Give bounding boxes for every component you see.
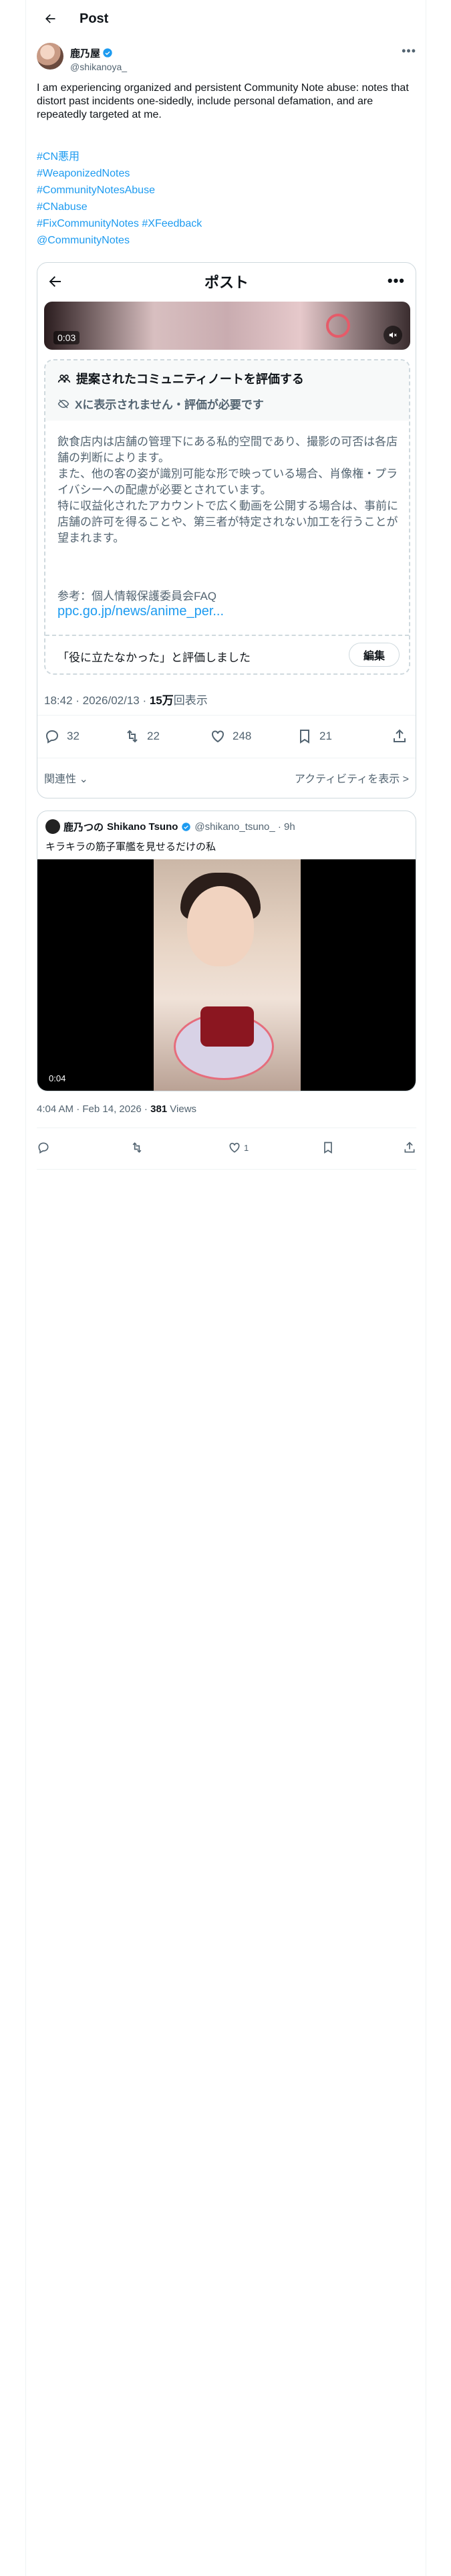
post-action-bar: 1: [37, 1137, 416, 1161]
video-duration: 0:03: [53, 331, 80, 344]
note-heading: 提案されたコミュニティノートを評価する: [76, 372, 304, 386]
verified-badge-icon: [103, 48, 112, 58]
hashtag-link[interactable]: #CommunityNotesAbuse: [37, 182, 416, 199]
bookmark-button[interactable]: [321, 1141, 335, 1154]
quoted-post-text: キラキラの筋子軍艦を見せるだけの私: [45, 841, 216, 853]
repost-icon: [127, 730, 138, 743]
quoted-video[interactable]: 0:04: [37, 859, 416, 1091]
heart-icon: [229, 1142, 240, 1153]
avatar[interactable]: [37, 43, 63, 70]
back-button[interactable]: [37, 5, 63, 32]
quoted-author-name-en[interactable]: Shikano Tsuno: [107, 821, 178, 833]
share-button[interactable]: [403, 1141, 416, 1154]
quoted-handle-time: @shikano_tsuno_ · 9h: [194, 821, 295, 833]
more-options-icon[interactable]: •••: [402, 44, 416, 58]
edit-rating-button: 編集: [349, 643, 400, 667]
view-activity-label: アクティビティを表示 >: [294, 774, 409, 785]
page-title: Post: [80, 11, 109, 26]
main-column: Post 鹿乃屋 @shikanoya_ ••• I am experienci…: [25, 0, 426, 2576]
post-timestamp: 4:04 AM · Feb 14, 2026 · 381 Views: [37, 1103, 197, 1115]
page-header: Post: [26, 0, 427, 37]
note-body: 飲食店内は店舗の管理下にある私的空間であり、撮影の可否は各店舗の判断によります。…: [57, 435, 398, 544]
video-thumbnail: 0:03: [44, 302, 410, 350]
screenshot-title: ポスト: [204, 274, 249, 291]
bookmark-icon: [300, 730, 309, 744]
bookmark-icon: [324, 1142, 332, 1154]
eye-off-icon: [57, 399, 69, 409]
screenshot-post-meta: 18:42 · 2026/02/13 · 15万回表示: [44, 694, 208, 707]
repost-icon: [132, 1142, 142, 1153]
mention-link[interactable]: @CommunityNotes: [37, 232, 416, 249]
post-text: I am experiencing organized and persiste…: [37, 82, 409, 120]
quoted-post[interactable]: 鹿乃つの Shikano Tsuno @shikano_tsuno_ · 9h …: [37, 811, 416, 1091]
note-reference-link: ppc.go.jp/news/anime_per...: [57, 604, 224, 619]
arrow-left-icon: [45, 14, 55, 23]
community-note-card: 提案されたコミュニティノートを評価する Xに表示されません・評価が必要です 飲食…: [44, 359, 410, 675]
quoted-author-name[interactable]: 鹿乃つの: [63, 820, 104, 834]
like-count: 1: [244, 1142, 249, 1153]
like-button[interactable]: 1: [228, 1141, 249, 1154]
people-icon: [57, 374, 71, 383]
reply-button[interactable]: [37, 1141, 50, 1154]
share-icon: [394, 729, 406, 742]
author-name[interactable]: 鹿乃屋: [70, 46, 100, 60]
mute-icon: [384, 326, 402, 344]
note-status: Xに表示されません・評価が必要です: [75, 399, 264, 411]
reply-icon: [45, 730, 59, 744]
screenshot-action-bar: 32 22 248 21: [37, 724, 416, 751]
video-duration: 0:04: [45, 1073, 69, 1084]
hashtag-link[interactable]: #WeaponizedNotes: [37, 165, 416, 182]
share-icon: [404, 1142, 415, 1153]
attached-screenshot[interactable]: ポスト ••• 0:03 提案されたコミュニティノートを評価する Xに表示されま…: [37, 262, 416, 798]
verified-badge-icon: [182, 822, 191, 831]
post-author[interactable]: 鹿乃屋 @shikanoya_ •••: [37, 43, 416, 75]
note-reference-label: 参考：個人情報保護委員会FAQ: [57, 590, 217, 603]
reply-icon: [38, 1142, 49, 1154]
relevance-label: 関連性 ⌄: [44, 774, 88, 785]
heart-icon: [212, 730, 224, 743]
repost-button[interactable]: [130, 1141, 144, 1154]
hashtag-link[interactable]: #FixCommunityNotes #XFeedback: [37, 215, 416, 232]
hashtag-list: #CN悪用 #WeaponizedNotes #CommunityNotesAb…: [37, 148, 416, 249]
author-handle[interactable]: @shikanoya_: [70, 62, 127, 72]
avatar[interactable]: [45, 819, 60, 834]
hashtag-link[interactable]: #CN悪用: [37, 148, 416, 165]
hashtag-link[interactable]: #CNabuse: [37, 199, 416, 215]
more-options-icon: •••: [387, 272, 405, 289]
rating-status: 「役に立たなかった」と評価しました: [57, 651, 251, 664]
